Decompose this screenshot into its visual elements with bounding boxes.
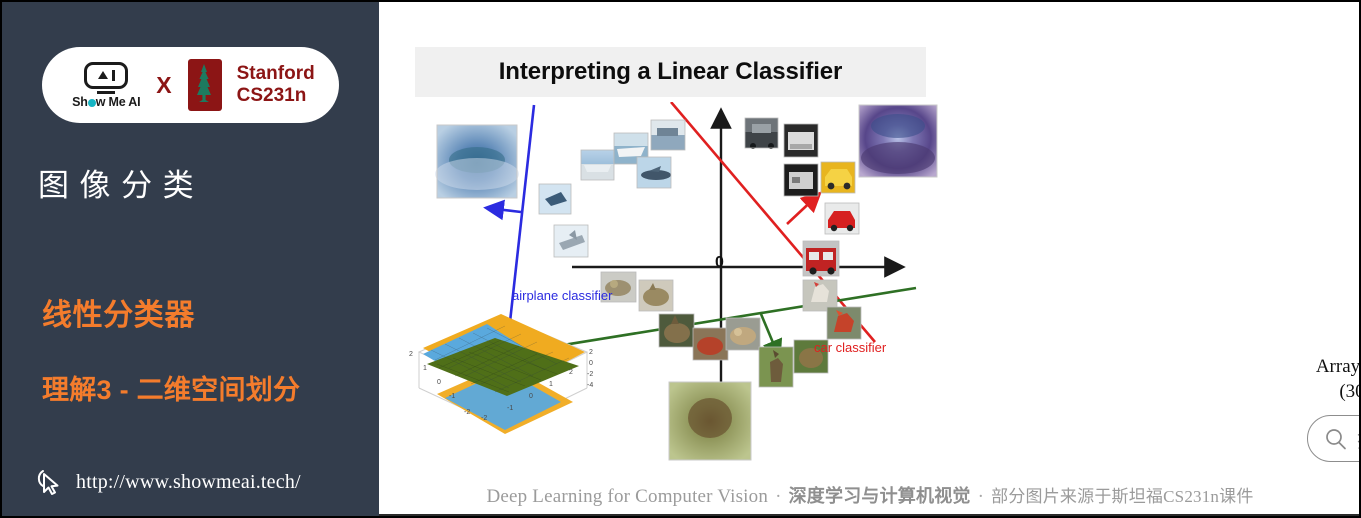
thumbnail-deer-3 <box>692 327 729 361</box>
wechat-search-label: 搜索 <box>1357 424 1359 453</box>
thumbnail-bird-2 <box>826 306 862 340</box>
inset-ztick-m2: -2 <box>587 371 593 378</box>
showmeai-wordmark: Sh w Me AI <box>72 94 141 109</box>
airplane-normal-arrow <box>483 199 522 221</box>
cross-symbol: X <box>156 71 172 98</box>
inset-ytick-m2: -2 <box>464 409 470 416</box>
main-content: Interpreting a Linear Classifier 2 1 0 -… <box>379 2 1361 516</box>
sidebar-topic-subtitle: 理解3 - 二维空间划分 <box>42 375 301 405</box>
footer-rule <box>379 514 1359 516</box>
thumbnail-car-1 <box>744 117 779 149</box>
magnifier-icon <box>1326 428 1346 449</box>
thumbnail-car-3 <box>783 163 819 197</box>
car-normal-arrow <box>786 191 822 225</box>
inset-ztick-2: 2 <box>589 349 593 356</box>
airplane-template-image <box>435 124 519 199</box>
robot-eye-caret-icon <box>97 71 108 79</box>
inset-ytick-m1: -1 <box>449 393 455 400</box>
thumbnail-airplane-1 <box>580 149 615 181</box>
sidebar-url-text[interactable]: http://www.showmeai.tech/ <box>76 471 301 494</box>
inset-ytick-1: 1 <box>423 365 427 372</box>
robot-eye-bar-icon <box>111 69 116 81</box>
mouse-cursor-icon <box>37 470 59 495</box>
inset-xtick-2: 2 <box>569 369 573 376</box>
thumbnail-deer-2 <box>658 313 695 348</box>
array-size-caption: Array of 32x32x3 numbers (3072 numbers t… <box>1269 354 1361 404</box>
footer-separator-1: · <box>775 486 782 507</box>
inset-ytick-0: 0 <box>437 379 441 386</box>
footer: Deep Learning for Computer Vision · 深度学习与计… <box>379 472 1359 516</box>
thumbnail-airplane-3 <box>650 119 686 151</box>
array-caption-line1: Array of 32x32x3 numbers <box>1315 356 1361 377</box>
thumbnail-car-5 <box>824 202 860 235</box>
thumbnail-airplane-5 <box>538 183 572 215</box>
car-template-image <box>858 104 938 178</box>
thumbnail-airplane-4 <box>636 156 672 189</box>
linear-classifier-plot: 2 1 0 -1 -2 -2 -1 0 1 2 2 0 -2 -4 airpla… <box>409 102 969 502</box>
airplane-thumbnails <box>538 119 686 303</box>
wechat-search-bar[interactable]: 搜索 | 微信 ShowMeAI 研究中心 <box>1307 415 1359 462</box>
inset-ztick-m4: -4 <box>587 382 593 389</box>
car-thumbnails <box>744 117 860 277</box>
thumbnail-car-4 <box>820 161 856 194</box>
footer-chinese-bold: 深度学习与计算机视觉 <box>788 486 971 506</box>
footer-chinese-tail: 部分图片来源于斯坦福CS231n课件 <box>991 487 1254 506</box>
slide-root: Sh w Me AI X Stanford CS231n 图像分类 线性分类器 理… <box>0 0 1361 518</box>
stanford-name: Stanford <box>236 63 315 85</box>
origin-label: 0 <box>715 254 724 271</box>
inset-xtick-m2: -2 <box>481 415 487 422</box>
stanford-tree-icon <box>182 59 227 111</box>
inset-xtick-m1: -1 <box>507 405 513 412</box>
inset-ztick-0: 0 <box>589 360 593 367</box>
thumbnail-car-2 <box>783 123 819 158</box>
thumbnail-airplane-6 <box>553 224 589 258</box>
slide-title-banner: Interpreting a Linear Classifier <box>415 47 926 97</box>
footer-text: Deep Learning for Computer Vision · 深度学习与计… <box>486 482 1253 508</box>
stanford-course-code: CS231n <box>236 85 307 106</box>
sidebar-topic-title: 线性分类器 <box>42 299 195 332</box>
robot-face-icon <box>84 61 129 89</box>
sidebar-heading: 图像分类 <box>38 168 205 203</box>
thumbnail-car-6 <box>802 240 840 277</box>
globe-icon <box>87 98 96 107</box>
deer-thumbnails <box>638 279 862 388</box>
showmeai-logo: Sh w Me AI <box>66 61 146 109</box>
inset-ytick-2: 2 <box>409 351 413 358</box>
airplane-classifier-label: airplane classifier <box>512 288 613 303</box>
inset-xtick-0: 0 <box>529 393 533 400</box>
thumbnail-bird-1 <box>802 279 838 312</box>
thumbnail-deer-5 <box>758 346 794 388</box>
tree-glyph-icon <box>197 64 212 102</box>
car-classifier-label: car classifier <box>814 340 887 355</box>
inset-xtick-1: 1 <box>549 381 553 388</box>
deer-template-image <box>668 381 752 461</box>
robot-stand-icon <box>97 90 116 94</box>
brand-logo-pill: Sh w Me AI X Stanford CS231n <box>42 47 339 123</box>
sidebar-url-row[interactable]: http://www.showmeai.tech/ <box>34 467 301 497</box>
footer-english: Deep Learning for Computer Vision <box>486 486 769 507</box>
thumbnail-deer-1 <box>638 279 674 312</box>
plot-svg: 2 1 0 -1 -2 -2 -1 0 1 2 2 0 -2 -4 <box>409 102 938 461</box>
thumbnail-deer-4 <box>725 317 761 351</box>
stanford-course-label: Stanford CS231n <box>237 63 315 106</box>
inset-3d-surface-plot: 2 1 0 -1 -2 -2 -1 0 1 2 2 0 -2 -4 <box>409 314 593 434</box>
footer-separator-2: · <box>977 486 985 507</box>
sidebar: Sh w Me AI X Stanford CS231n 图像分类 线性分类器 理… <box>2 2 379 516</box>
array-caption-line2: (3072 numbers total) <box>1339 381 1359 403</box>
page-title: Interpreting a Linear Classifier <box>498 58 843 85</box>
